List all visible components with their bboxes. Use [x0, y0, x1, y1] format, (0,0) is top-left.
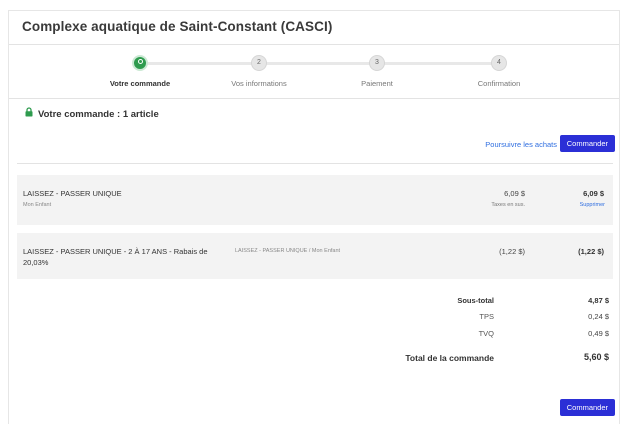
step-4-label: Confirmation	[477, 79, 521, 88]
item-price: (1,22 $)	[499, 247, 525, 256]
item-name: LAISSEZ - PASSER UNIQUE - 2 À 17 ANS - R…	[23, 247, 208, 267]
remove-item-link[interactable]: Supprimer	[580, 202, 605, 208]
item-total: 6,09 $	[583, 189, 604, 198]
header-bar: Complexe aquatique de Saint-Constant (CA…	[9, 11, 619, 45]
item-name: LAISSEZ - PASSER UNIQUE	[23, 189, 122, 198]
step-2-label: Vos informations	[231, 79, 287, 88]
divider	[17, 163, 613, 164]
item-participant: Mon Enfant	[23, 202, 52, 208]
main-panel: Complexe aquatique de Saint-Constant (CA…	[8, 10, 620, 424]
step-2-circle: 2	[251, 55, 267, 71]
page-title: Complexe aquatique de Saint-Constant (CA…	[22, 19, 333, 34]
cart-item: LAISSEZ - PASSER UNIQUE - 2 À 17 ANS - R…	[17, 233, 613, 279]
tvq-label: TVQ	[478, 329, 494, 338]
item-price: 6,09 $	[504, 189, 525, 198]
step-3-label: Paiement	[361, 79, 393, 88]
subtotal-value: 4,87 $	[588, 296, 609, 305]
order-button-top[interactable]: Commander	[559, 135, 615, 152]
lock-icon	[25, 107, 33, 120]
continue-shopping-link[interactable]: Poursuivre les achats	[485, 140, 557, 149]
tps-label: TPS	[479, 312, 494, 321]
cart-item: LAISSEZ - PASSER UNIQUE Mon Enfant 6,09 …	[17, 175, 613, 225]
steps-track	[140, 62, 506, 65]
order-total-value: 5,60 $	[583, 352, 609, 362]
step-4-circle: 4	[491, 55, 507, 71]
item-tax-note: Taxes en sus.	[491, 202, 525, 208]
step-1-circle	[132, 55, 148, 71]
item-total: (1,22 $)	[578, 247, 604, 256]
step-3-circle: 3	[369, 55, 385, 71]
checkout-steps: 2 3 4 Votre commande Vos informations Pa…	[9, 53, 619, 95]
order-heading-text: Votre commande : 1 article	[38, 109, 159, 121]
tps-value: 0,24 $	[588, 312, 609, 321]
order-total-label: Total de la commande	[405, 353, 494, 363]
step-1-label: Votre commande	[109, 79, 171, 88]
order-heading: Votre commande : 1 article	[25, 107, 159, 121]
tvq-value: 0,49 $	[588, 329, 609, 338]
order-button-bottom[interactable]: Commander	[559, 399, 615, 416]
item-variant: LAISSEZ - PASSER UNIQUE / Mon Enfant	[235, 248, 341, 254]
divider	[9, 98, 619, 99]
subtotal-label: Sous-total	[457, 296, 494, 305]
